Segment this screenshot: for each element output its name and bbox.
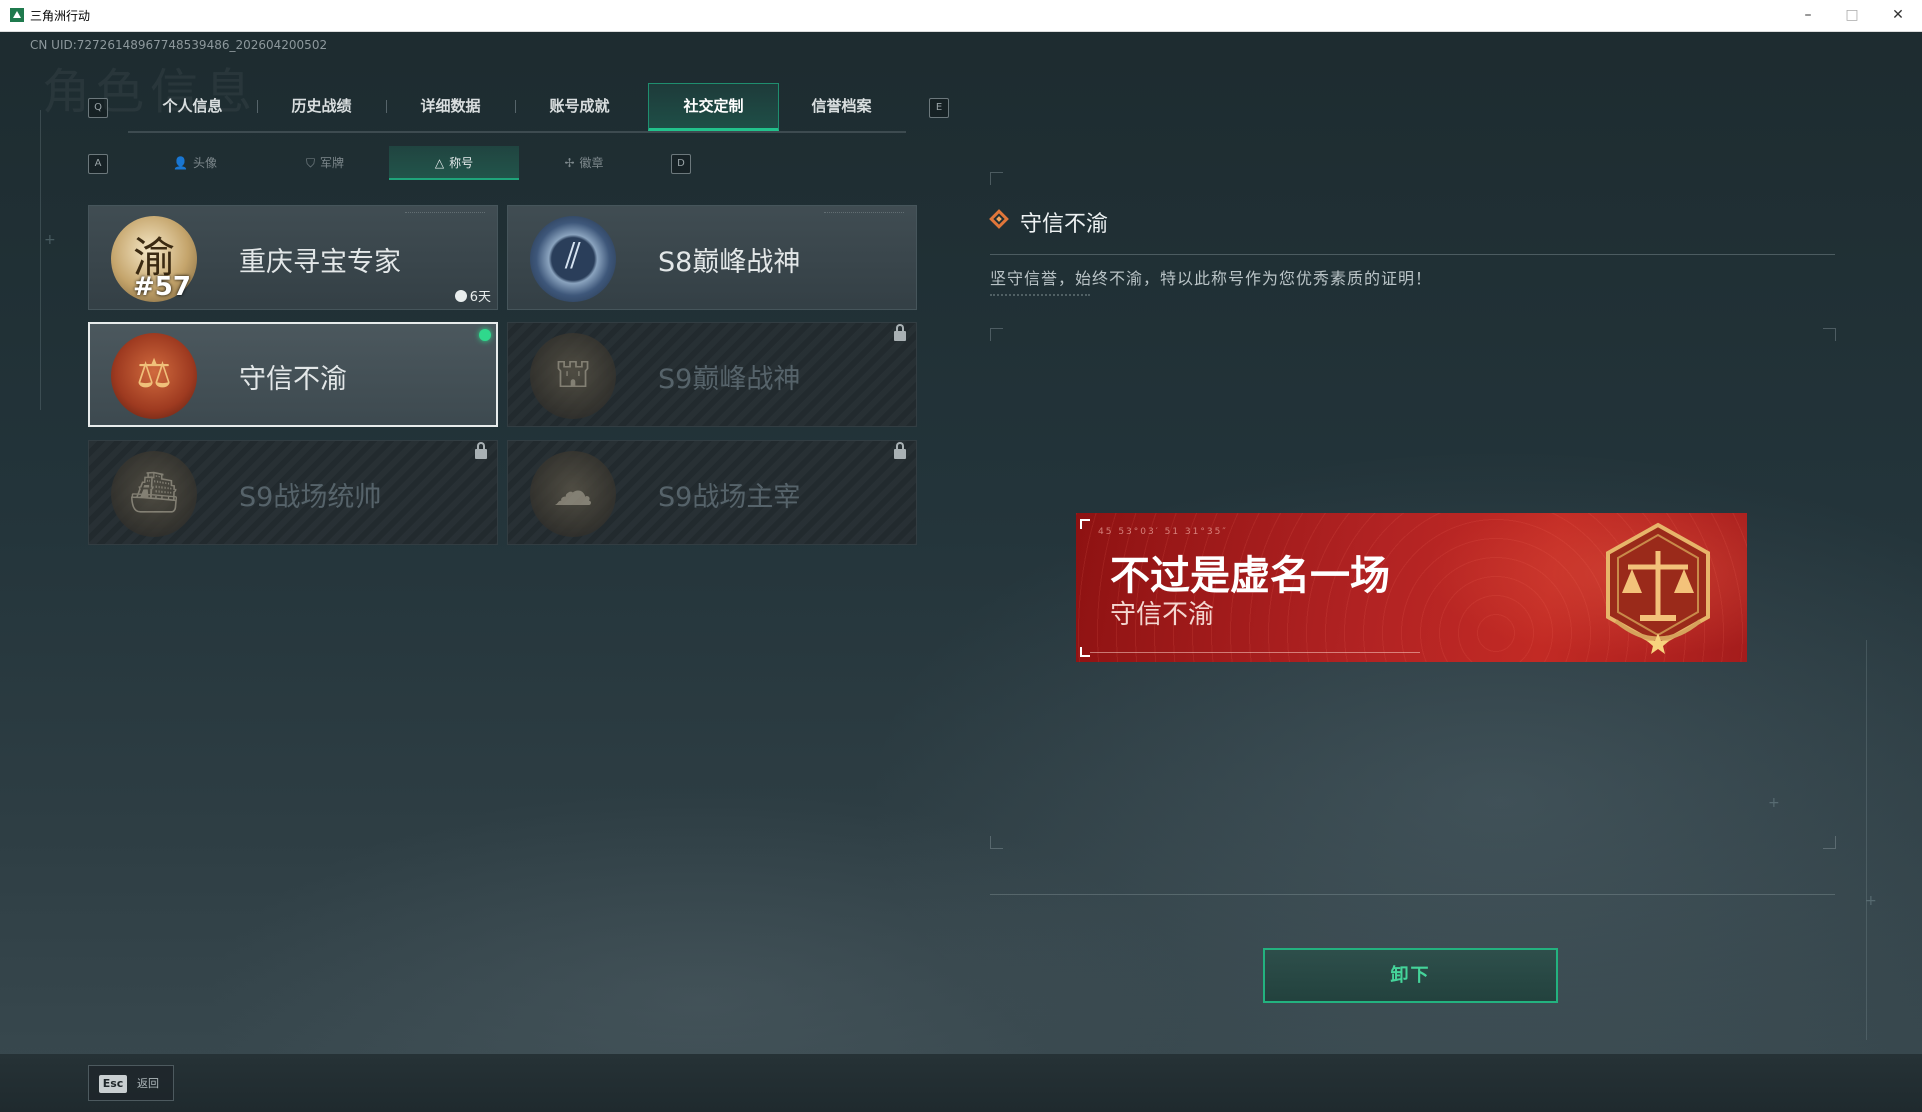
tab-next-key[interactable]: E [929, 98, 949, 118]
tab-battle-history[interactable]: 历史战绩 [257, 83, 386, 129]
window-title: 三角洲行动 [30, 9, 91, 23]
divider [990, 254, 1835, 255]
equipped-indicator [479, 329, 491, 341]
card-decoration [824, 212, 904, 215]
title-label: S9巅峰战神 [658, 364, 801, 395]
subtab-label: 头像 [192, 156, 217, 170]
crosshair-icon: + [1865, 893, 1877, 909]
back-label: 返回 [137, 1077, 159, 1090]
expiry-timer: 6天 [454, 286, 491, 305]
minimize-button[interactable]: – [1786, 0, 1830, 31]
card-decoration [405, 212, 485, 215]
subtab-label: 军牌 [320, 156, 345, 170]
banner-sub-text: 守信不渝 [1110, 600, 1215, 630]
title-label: 重庆寻宝专家 [239, 247, 401, 278]
title-card-s8-peak[interactable]: ⫽ S8巅峰战神 [507, 205, 917, 310]
footer-bar [0, 1054, 1922, 1112]
title-label: S9战场主宰 [658, 482, 801, 513]
subtab-next-key[interactable]: D [671, 154, 691, 174]
banner-corner [1080, 647, 1090, 657]
detail-description: 坚守信誉，始终不渝，特以此称号作为您优秀素质的证明！ [990, 269, 1433, 288]
timer-value: 6天 [469, 290, 491, 305]
corner-bracket [990, 328, 1003, 341]
banner-main-text: 不过是虚名一场 [1110, 553, 1390, 599]
corner-bracket [990, 172, 1003, 185]
title-card-s9-commander[interactable]: ⛴ S9战场统帅 [88, 440, 498, 545]
corner-bracket [990, 836, 1003, 849]
warship-emblem-icon: ⛴ [111, 451, 197, 537]
crosshair-icon: + [44, 232, 56, 248]
unequip-button[interactable]: 卸下 [1263, 948, 1558, 1003]
emblem-glyph: ⛴ [128, 470, 180, 516]
close-button[interactable]: ✕ [1876, 0, 1920, 31]
app-logo-icon [10, 8, 24, 22]
mushroom-cloud-emblem-icon: ☁ [530, 451, 616, 537]
title-card-chongqing[interactable]: 渝 #57 重庆寻宝专家 6天 [88, 205, 498, 310]
emblem-glyph: ⫽ [564, 236, 582, 277]
lock-icon [894, 442, 906, 459]
title-card-s9-peak[interactable]: ⛫ S9巅峰战神 [507, 322, 917, 427]
emblem-number: #57 [133, 272, 191, 302]
tab-achievements[interactable]: 账号成就 [515, 83, 644, 129]
detail-title: 守信不渝 [1020, 212, 1109, 237]
tab-personal-info[interactable]: 个人信息 [128, 83, 257, 129]
subtab-badge[interactable]: ✢ 徽章 [519, 146, 649, 180]
title-card-s9-dominator[interactable]: ☁ S9战场主宰 [507, 440, 917, 545]
title-diamond-icon [989, 209, 1009, 229]
title-card-trustworthy[interactable]: ⚖ 守信不渝 [88, 322, 498, 427]
corner-bracket [1823, 328, 1836, 341]
subtab-avatar[interactable]: 👤 头像 [130, 146, 260, 180]
maximize-button[interactable]: □ [1830, 0, 1874, 31]
lock-icon [475, 442, 487, 459]
player-uid: CN UID:72726148967748539486_202604200502 [30, 38, 328, 52]
chongqing-emblem-icon: 渝 #57 [111, 216, 197, 302]
medal-icon: ✢ [564, 156, 575, 170]
window-titlebar: 三角洲行动 – □ ✕ [0, 0, 1922, 32]
emblem-glyph: ⚖ [136, 351, 172, 397]
title-banner-preview: 45 53°03′ 51 31°35″ 不过是虚名一场 守信不渝 [1076, 513, 1747, 662]
s9-peak-emblem-icon: ⛫ [530, 333, 616, 419]
banner-underline [1090, 652, 1420, 653]
esc-key: Esc [99, 1075, 127, 1093]
crosshair-icon: + [1768, 795, 1780, 811]
decoration-dots [990, 294, 1090, 300]
frame-line [1866, 640, 1867, 1040]
main-tab-bar: 个人信息 历史战绩 详细数据 账号成就 社交定制 信誉档案 [128, 83, 906, 133]
tab-credit-file[interactable]: 信誉档案 [777, 83, 906, 129]
title-label: S8巅峰战神 [658, 247, 801, 278]
scales-badge-icon [1606, 522, 1710, 654]
emblem-glyph: ⛫ [554, 351, 592, 397]
tab-social-custom[interactable]: 社交定制 [648, 83, 779, 131]
clock-icon [454, 290, 467, 302]
title-label: 守信不渝 [239, 364, 347, 395]
tag-icon: ⛉ [305, 156, 315, 170]
person-icon: 👤 [173, 156, 188, 170]
subtab-label: 称号 [449, 156, 474, 170]
subtab-prev-key[interactable]: A [88, 154, 108, 174]
divider [990, 894, 1835, 895]
banner-corner [1080, 519, 1090, 529]
corner-bracket [1823, 836, 1836, 849]
subtab-label: 徽章 [579, 156, 604, 170]
frame-line [40, 110, 41, 410]
scales-emblem-icon: ⚖ [111, 333, 197, 419]
subtab-dogtag[interactable]: ⛉ 军牌 [260, 146, 390, 180]
tab-detailed-stats[interactable]: 详细数据 [386, 83, 515, 129]
banner-code: 45 53°03′ 51 31°35″ [1098, 527, 1228, 537]
lock-icon [894, 324, 906, 341]
title-label: S9战场统帅 [239, 482, 382, 513]
back-button[interactable]: Esc 返回 [88, 1065, 174, 1101]
s8-peak-emblem-icon: ⫽ [530, 216, 616, 302]
triangle-icon: △ [434, 156, 445, 170]
tab-prev-key[interactable]: Q [88, 98, 108, 118]
subtab-title[interactable]: △ 称号 [389, 146, 519, 180]
emblem-glyph: ☁ [553, 469, 593, 515]
